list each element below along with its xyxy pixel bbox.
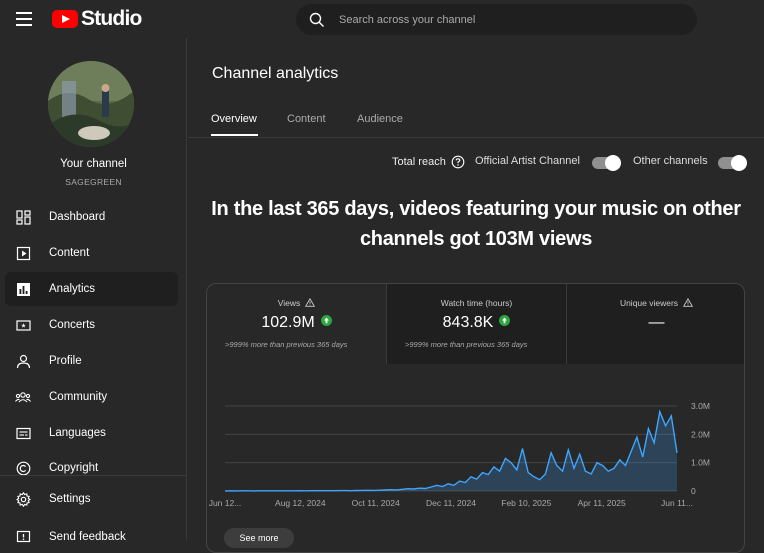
official-channel-toggle[interactable]	[592, 155, 621, 171]
sidebar-divider	[0, 475, 187, 476]
help-icon[interactable]	[451, 155, 465, 169]
x-tick-label: Aug 12, 2024	[275, 498, 326, 508]
sidebar-item-feedback[interactable]: Send feedback	[5, 518, 178, 545]
gear-icon	[15, 491, 31, 507]
search-icon	[309, 12, 324, 27]
x-tick-label: Jun 11...	[661, 498, 693, 508]
series-area	[225, 411, 677, 491]
x-tick-label: Feb 10, 2025	[501, 498, 551, 508]
sidebar: Your channel SAGEGREEN Dashboard Content…	[0, 38, 187, 545]
ticket-icon	[15, 317, 31, 333]
page-title: Channel analytics	[212, 65, 339, 82]
channel-avatar[interactable]	[48, 61, 134, 147]
youtube-logo-icon	[52, 10, 78, 28]
sidebar-item-label: Languages	[49, 427, 106, 439]
y-tick-label: 2.0M	[691, 429, 710, 439]
x-tick-label: Apr 11, 2025	[578, 498, 626, 508]
sidebar-item-dashboard[interactable]: Dashboard	[5, 200, 178, 234]
top-bar: Studio	[0, 0, 764, 38]
search-input[interactable]	[339, 13, 659, 26]
sidebar-item-languages[interactable]: Languages	[5, 416, 178, 450]
total-reach-label: Total reach	[392, 156, 446, 168]
sidebar-item-label: Concerts	[49, 319, 96, 331]
views-line-chart[interactable]: 3.0M 2.0M 1.0M 0 Jun 12... Aug 12, 2024 Oct 11…	[207, 394, 745, 544]
analytics-card: Views 102.9M >999% more than previous 36…	[206, 283, 745, 553]
search-bar[interactable]	[296, 4, 697, 35]
total-reach: Total reach	[392, 155, 465, 169]
sidebar-item-label: Community	[49, 391, 108, 403]
feedback-icon	[15, 529, 31, 545]
tab-audience[interactable]: Audience	[357, 113, 403, 125]
other-channels-label: Other channels	[633, 155, 708, 167]
menu-icon[interactable]	[16, 12, 32, 26]
channel-name: Your channel	[60, 158, 127, 170]
sidebar-item-label: Profile	[49, 355, 82, 367]
x-tick-label: Oct 11, 2024	[352, 498, 400, 508]
copyright-icon	[15, 460, 31, 476]
metric-unique-viewers[interactable]: Unique viewers —	[566, 284, 744, 364]
sidebar-item-settings[interactable]: Settings	[5, 482, 178, 516]
sidebar-item-analytics[interactable]: Analytics	[5, 272, 178, 306]
avatar-image	[48, 61, 134, 147]
logo-text: Studio	[81, 7, 142, 30]
metric-value: 843.8K	[442, 314, 494, 331]
sidebar-item-label: Content	[49, 247, 90, 259]
official-channel-label: Official Artist Channel	[475, 155, 580, 167]
warning-icon	[683, 298, 694, 307]
studio-logo[interactable]: Studio	[52, 7, 142, 30]
sidebar-item-concerts[interactable]: Concerts	[5, 308, 178, 342]
sidebar-item-copyright[interactable]: Copyright	[5, 452, 178, 476]
tab-content[interactable]: Content	[287, 113, 326, 125]
metric-value: —	[648, 314, 665, 331]
y-tick-label: 0	[691, 486, 696, 496]
y-tick-label: 1.0M	[691, 458, 710, 468]
metric-title: Watch time (hours)	[440, 298, 513, 308]
sidebar-item-profile[interactable]: Profile	[5, 344, 178, 378]
sidebar-item-label: Analytics	[49, 283, 96, 295]
profile-icon	[15, 353, 31, 369]
sidebar-item-label: Dashboard	[49, 211, 106, 223]
dashboard-icon	[15, 209, 31, 225]
channel-handle: SAGEGREEN	[65, 177, 122, 187]
tab-overview[interactable]: Overview	[211, 113, 257, 125]
metric-comparison: >999% more than previous 365 days	[225, 340, 348, 349]
main-content: Channel analytics Overview Content Audie…	[188, 38, 764, 553]
x-tick-label: Jun 12...	[209, 498, 242, 508]
other-channels-toggle[interactable]	[718, 155, 747, 171]
reach-headline: In the last 365 days, videos featuring y…	[211, 198, 741, 250]
metric-views[interactable]: Views 102.9M >999% more than previous 36…	[207, 284, 386, 364]
analytics-icon	[15, 281, 31, 297]
metric-comparison: >999% more than previous 365 days	[405, 340, 528, 349]
content-icon	[15, 245, 31, 261]
y-tick-label: 3.0M	[691, 401, 710, 411]
metric-title: Unique viewers	[619, 298, 679, 308]
trend-up-icon	[499, 315, 511, 326]
trend-up-icon	[320, 315, 332, 326]
tabs-divider	[188, 137, 764, 138]
sidebar-item-label: Copyright	[49, 462, 99, 474]
metric-value: 102.9M	[261, 314, 315, 331]
see-more-button[interactable]: See more	[224, 528, 294, 548]
subtitles-icon	[15, 425, 31, 441]
community-icon	[15, 389, 31, 405]
sidebar-item-content[interactable]: Content	[5, 236, 178, 270]
metric-watch-time[interactable]: Watch time (hours) 843.8K >999% more tha…	[386, 284, 566, 364]
metric-title: Views	[277, 298, 301, 308]
active-tab-indicator	[211, 134, 258, 136]
sidebar-item-label: Settings	[49, 493, 91, 505]
x-tick-label: Dec 11, 2024	[426, 498, 476, 508]
warning-icon	[305, 298, 316, 307]
sidebar-item-community[interactable]: Community	[5, 380, 178, 414]
sidebar-item-label: Send feedback	[49, 531, 126, 543]
